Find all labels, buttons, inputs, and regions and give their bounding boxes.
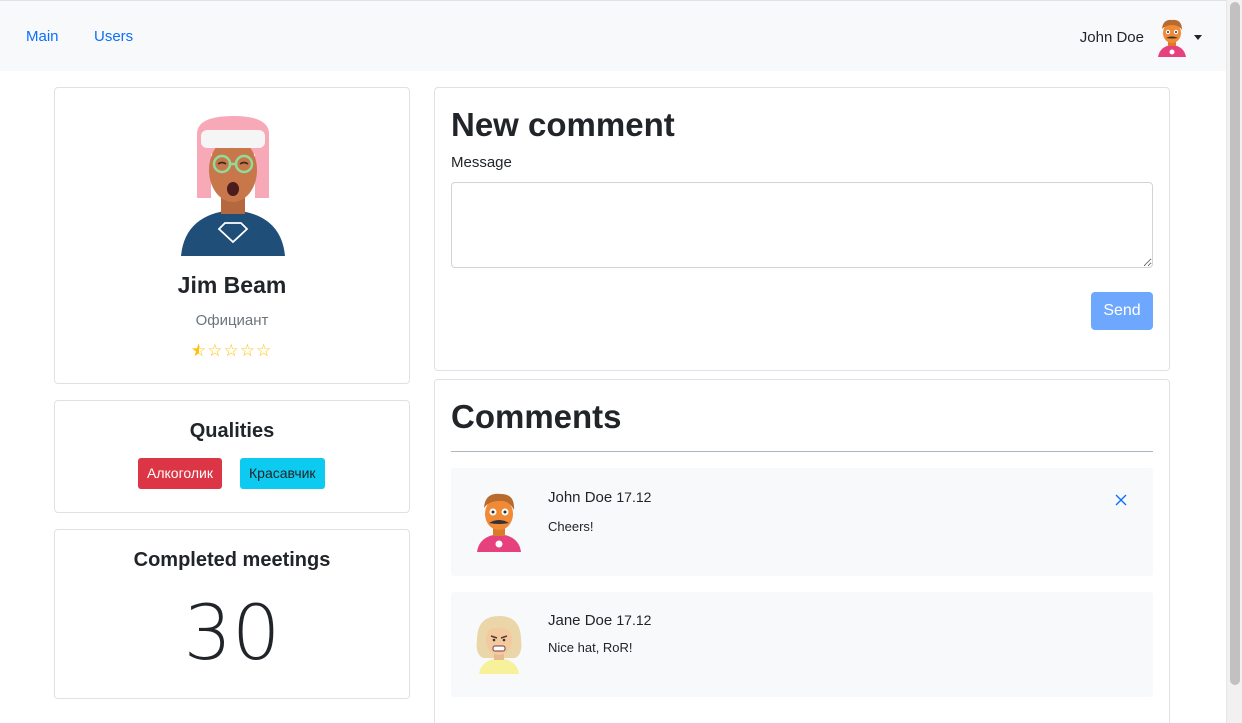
comment-item: Jane Doe 17.12 Nice hat, RoR! [451,592,1153,697]
new-comment-title: New comment [451,106,675,143]
comment-author: Jane Doe [548,612,613,629]
comment-author: John Doe [548,489,613,506]
comment-date: 17.12 [616,489,652,505]
current-user-avatar [1158,19,1186,57]
message-textarea[interactable] [451,182,1153,268]
profile-name: Jim Beam [177,272,287,298]
close-icon[interactable] [1113,492,1129,508]
comments-title: Comments [451,398,622,435]
woman-blonde-avatar [476,616,522,674]
chevron-down-icon [1194,34,1202,40]
user-menu-dropdown[interactable]: John Doe [1080,17,1202,57]
scrollbar-thumb[interactable] [1230,2,1240,685]
comment-author-line: John Doe 17.12 [548,489,651,506]
profile-card: Jim Beam Официант ☆☆☆☆☆ [54,87,410,384]
comments-card: Comments John Doe 17.12 Cheers! Jane Doe… [434,379,1170,723]
star-empty-icon: ☆ [223,341,239,360]
star-half-icon: ☆ [191,342,206,359]
star-empty-icon: ☆ [239,341,255,360]
current-user-name: John Doe [1079,28,1144,46]
top-navbar: Main Users John Doe [0,0,1226,71]
message-label: Message [451,154,512,171]
qualities-title: Qualities [189,420,275,442]
comment-text: Cheers! [548,519,594,534]
star-empty-icon: ☆ [207,341,223,360]
comment-author-line: Jane Doe 17.12 [548,612,651,629]
comments-divider [451,451,1153,452]
comment-item: John Doe 17.12 Cheers! [451,468,1153,576]
profile-profession: Официант [195,312,269,329]
quality-badge: Красавчик [240,458,325,489]
new-comment-card: New comment Message Send [434,87,1170,371]
star-rating: ☆☆☆☆☆ [191,342,271,359]
meetings-card: Completed meetings 30 [54,529,410,699]
man-mustache-avatar [477,493,521,552]
meetings-count: 30 [183,588,281,677]
qualities-card: Qualities Алкоголик Красавчик [54,400,410,513]
quality-badge: Алкоголик [138,458,222,489]
nav-link-users[interactable]: Users [94,28,133,45]
meetings-title: Completed meetings [133,549,331,571]
profile-avatar [181,116,285,256]
comment-date: 17.12 [616,612,652,628]
nav-link-main[interactable]: Main [26,28,59,45]
page-scrollbar[interactable] [1226,0,1242,723]
comment-text: Nice hat, RoR! [548,640,633,655]
star-empty-icon: ☆ [256,341,272,360]
send-button[interactable]: Send [1091,292,1153,330]
